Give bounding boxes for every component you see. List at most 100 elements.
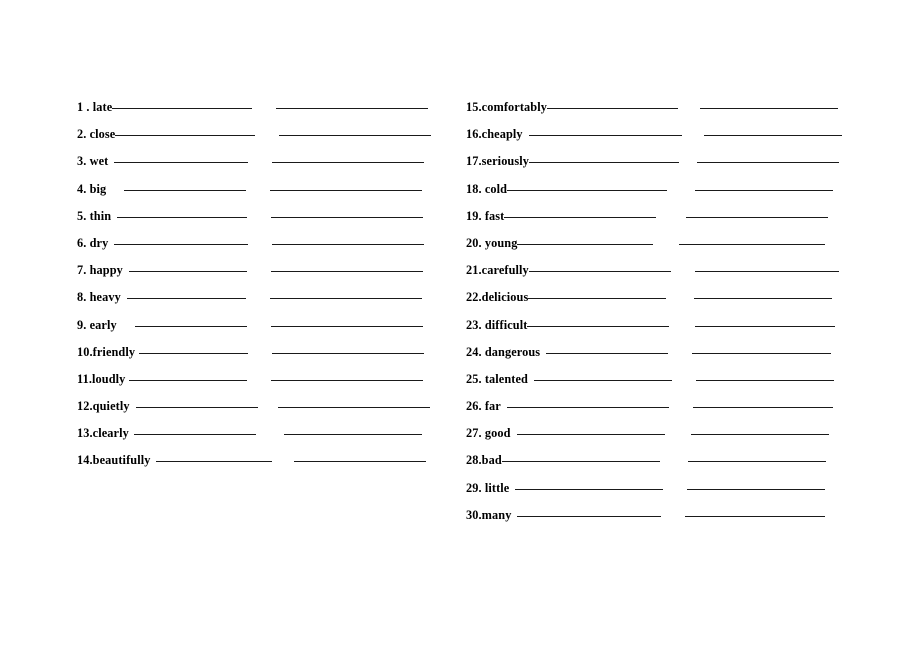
answer-blank-first[interactable] <box>129 379 248 381</box>
answer-blank-second[interactable] <box>271 216 424 218</box>
answer-blank-second[interactable] <box>277 407 430 409</box>
answer-blank-first[interactable] <box>534 379 672 381</box>
answer-blank-second[interactable] <box>679 243 826 245</box>
answer-blank-first[interactable] <box>504 216 657 218</box>
answer-blank-second[interactable] <box>690 434 829 436</box>
worksheet-item-row: 25. talented <box>466 372 846 399</box>
answer-blank-first[interactable] <box>124 189 247 191</box>
answer-blank-second[interactable] <box>692 407 833 409</box>
answer-blank-first[interactable] <box>117 216 248 218</box>
answer-blank-first[interactable] <box>528 298 667 300</box>
answer-blank-second[interactable] <box>270 325 423 327</box>
answer-blank-second[interactable] <box>283 434 422 436</box>
item-label: 21.carefully <box>466 263 529 278</box>
worksheet-page: 1 . late 2. close 3. wet 4. big 5. thin 6. dr… <box>0 0 920 651</box>
answer-blank-first[interactable] <box>546 108 678 109</box>
item-label: 27. good <box>466 426 511 441</box>
answer-blank-first[interactable] <box>133 434 256 436</box>
item-label: 20. young <box>466 235 518 250</box>
item-label: 5. thin <box>77 208 112 223</box>
label-spacer <box>528 382 534 383</box>
item-label: 8. heavy <box>77 290 121 305</box>
answer-blank-first[interactable] <box>139 352 249 354</box>
answer-blank-first[interactable] <box>517 515 662 517</box>
worksheet-item-row: 12.quietly <box>77 399 457 426</box>
answer-blank-second[interactable] <box>687 488 826 490</box>
item-label: 14.beautifully <box>77 453 151 468</box>
answer-blank-second[interactable] <box>276 108 429 109</box>
answer-blank-first[interactable] <box>515 488 664 490</box>
label-spacer <box>511 436 517 437</box>
answer-blank-second[interactable] <box>269 298 422 300</box>
answer-blank-first[interactable] <box>528 271 671 273</box>
worksheet-item-row: 6. dry <box>77 236 457 263</box>
answer-blank-first[interactable] <box>114 162 249 164</box>
worksheet-item-row: 4. big <box>77 182 457 209</box>
answer-blank-first[interactable] <box>126 298 246 300</box>
answer-blank-second[interactable] <box>692 352 832 354</box>
answer-blank-second[interactable] <box>271 379 424 381</box>
blank-separator <box>255 137 279 138</box>
answer-blank-second[interactable] <box>687 461 826 463</box>
answer-blank-second[interactable] <box>696 379 834 381</box>
blank-separator <box>666 300 694 301</box>
blank-separator <box>258 409 278 410</box>
blank-separator <box>667 192 695 193</box>
label-spacer <box>130 409 136 410</box>
answer-blank-second[interactable] <box>686 216 829 218</box>
item-label: 26. far <box>466 399 501 414</box>
blank-separator <box>669 409 693 410</box>
item-label: 12.quietly <box>77 399 130 414</box>
label-spacer <box>540 355 546 356</box>
blank-separator <box>247 382 271 383</box>
answer-blank-second[interactable] <box>272 243 425 245</box>
item-label: 6. dry <box>77 235 109 250</box>
answer-blank-second[interactable] <box>695 325 836 327</box>
item-label: 13.clearly <box>77 426 129 441</box>
answer-blank-second[interactable] <box>270 271 423 273</box>
blank-separator <box>247 328 271 329</box>
item-label: 23. difficult <box>466 317 528 332</box>
answer-blank-second[interactable] <box>695 189 834 191</box>
answer-blank-second[interactable] <box>294 461 427 463</box>
answer-blank-second[interactable] <box>694 298 833 300</box>
label-spacer <box>501 409 507 410</box>
answer-blank-first[interactable] <box>528 135 682 137</box>
answer-blank-first[interactable] <box>134 325 247 327</box>
answer-blank-second[interactable] <box>699 108 838 109</box>
blank-separator <box>671 273 695 274</box>
blank-separator <box>669 328 695 329</box>
answer-blank-second[interactable] <box>685 515 826 517</box>
answer-blank-first[interactable] <box>156 461 273 463</box>
blank-separator <box>256 436 284 437</box>
item-label: 29. little <box>466 480 510 495</box>
answer-blank-second[interactable] <box>270 189 423 191</box>
answer-blank-first[interactable] <box>506 407 669 409</box>
answer-blank-first[interactable] <box>527 325 670 327</box>
answer-blank-first[interactable] <box>135 407 258 409</box>
blank-separator <box>660 463 688 464</box>
answer-blank-second[interactable] <box>272 352 425 354</box>
answer-blank-first[interactable] <box>546 352 669 354</box>
answer-blank-first[interactable] <box>501 461 660 463</box>
worksheet-item-row: 15.comfortably <box>466 100 846 127</box>
answer-blank-second[interactable] <box>694 271 839 273</box>
answer-blank-first[interactable] <box>517 243 654 245</box>
answer-blank-second[interactable] <box>697 162 840 164</box>
answer-blank-first[interactable] <box>516 434 665 436</box>
answer-blank-second[interactable] <box>272 162 425 164</box>
worksheet-item-row: 10.friendly <box>77 345 457 372</box>
answer-blank-first[interactable] <box>128 271 247 273</box>
blank-separator <box>247 219 271 220</box>
answer-blank-first[interactable] <box>112 108 253 109</box>
answer-blank-second[interactable] <box>279 135 432 137</box>
answer-blank-first[interactable] <box>529 162 680 164</box>
item-label: 30.many <box>466 507 512 522</box>
answer-blank-first[interactable] <box>507 189 668 191</box>
worksheet-item-row: 16.cheaply <box>466 127 846 154</box>
answer-blank-second[interactable] <box>703 135 842 137</box>
answer-blank-first[interactable] <box>114 243 249 245</box>
label-spacer <box>511 518 517 519</box>
blank-separator <box>679 164 697 165</box>
answer-blank-first[interactable] <box>115 135 256 137</box>
